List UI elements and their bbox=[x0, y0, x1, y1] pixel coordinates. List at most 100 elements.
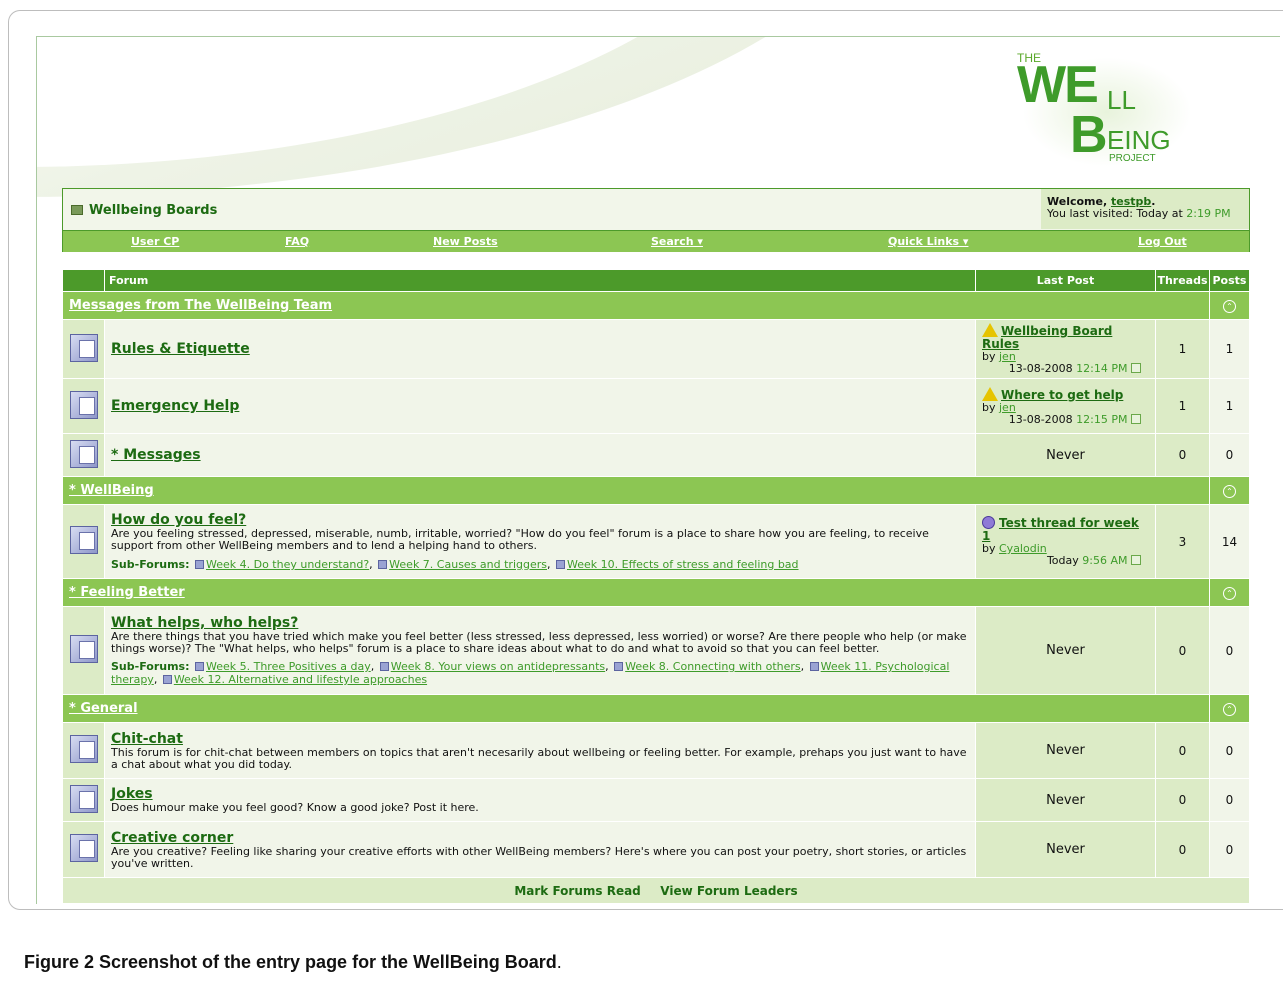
collapse-icon[interactable]: ⌃ bbox=[1223, 484, 1236, 498]
header-icon-col bbox=[62, 269, 105, 292]
nav-search[interactable]: Search ▾ bbox=[651, 235, 703, 248]
nav-new-posts[interactable]: New Posts bbox=[433, 235, 498, 248]
logo-eing: EING bbox=[1107, 125, 1171, 155]
category-cell: * WellBeing bbox=[62, 476, 1210, 505]
header-forum: Forum bbox=[104, 269, 976, 292]
collapse-icon[interactable]: ⌃ bbox=[1223, 299, 1236, 313]
last-visit-time: 2:19 PM bbox=[1186, 207, 1231, 220]
forum-title[interactable]: * Messages bbox=[111, 447, 201, 463]
subforum-link[interactable]: Week 8. Your views on antidepressants bbox=[391, 660, 605, 673]
last-post-title[interactable]: Test thread for week 1 bbox=[982, 516, 1139, 543]
subforum-link[interactable]: Week 10. Effects of stress and feeling b… bbox=[567, 558, 799, 571]
subforum-link[interactable]: Week 4. Do they understand? bbox=[206, 558, 369, 571]
forum-description: Does humour make you feel good? Know a g… bbox=[111, 801, 479, 814]
go-to-post-icon[interactable] bbox=[1131, 363, 1141, 373]
last-post-cell: Wellbeing Board Rules by jen 13-08-2008 … bbox=[975, 319, 1156, 379]
go-to-post-icon[interactable] bbox=[1131, 555, 1141, 565]
subforums-label: Sub-Forums: bbox=[111, 660, 190, 673]
subforum-link[interactable]: Week 5. Three Positives a day bbox=[206, 660, 371, 673]
collapse-icon[interactable]: ⌃ bbox=[1223, 702, 1236, 716]
threads-count: 0 bbox=[1155, 778, 1210, 822]
subforum-icon bbox=[378, 560, 388, 569]
wellbeing-logo[interactable]: THE WE LL B EING PROJECT bbox=[1012, 47, 1222, 167]
forum-cell: Chit-chat This forum is for chit-chat be… bbox=[104, 722, 976, 779]
posts-count: 0 bbox=[1209, 821, 1250, 878]
nav-faq[interactable]: FAQ bbox=[285, 235, 309, 248]
forum-icon bbox=[69, 735, 98, 763]
forum-title[interactable]: Rules & Etiquette bbox=[111, 341, 250, 357]
subforums: Sub-Forums: Week 5. Three Positives a da… bbox=[111, 660, 950, 686]
threads-count: 1 bbox=[1155, 319, 1210, 379]
category-cell: * Feeling Better bbox=[62, 578, 1210, 607]
category-title[interactable]: * Feeling Better bbox=[63, 585, 185, 600]
forum-icon-cell bbox=[62, 378, 105, 434]
go-to-post-icon[interactable] bbox=[1131, 413, 1141, 424]
nav-quick-links[interactable]: Quick Links ▾ bbox=[888, 235, 968, 248]
forum-icon-cell bbox=[62, 504, 105, 579]
forum-icon-cell bbox=[62, 821, 105, 878]
threads-count: 0 bbox=[1155, 722, 1210, 779]
view-forum-leaders-link[interactable]: View Forum Leaders bbox=[660, 884, 797, 898]
category-cell: * General bbox=[62, 694, 1210, 723]
last-post-never: Never bbox=[975, 606, 1156, 695]
forum-icon-cell bbox=[62, 319, 105, 379]
collapse-cell: ⌃ bbox=[1209, 291, 1250, 320]
forum-title[interactable]: Chit-chat bbox=[111, 731, 969, 747]
header-posts: Posts bbox=[1209, 269, 1250, 292]
subforum-icon bbox=[379, 662, 389, 671]
threads-count: 3 bbox=[1155, 504, 1210, 579]
last-post-title[interactable]: Wellbeing Board Rules bbox=[982, 324, 1112, 351]
forum-title[interactable]: Emergency Help bbox=[111, 398, 239, 414]
forum-icon bbox=[69, 439, 98, 468]
posts-count: 14 bbox=[1209, 504, 1250, 579]
navigation-box: Wellbeing Boards Welcome, testpb. You la… bbox=[62, 188, 1250, 252]
nav-log-out[interactable]: Log Out bbox=[1138, 235, 1187, 248]
category-title[interactable]: Messages from The WellBeing Team bbox=[63, 298, 332, 313]
forum-cell: Jokes Does humour make you feel good? Kn… bbox=[104, 778, 976, 822]
caption-text: Screenshot of the entry page for the Wel… bbox=[94, 952, 557, 972]
subforum-link[interactable]: Week 7. Causes and triggers bbox=[389, 558, 547, 571]
figure-caption: Figure 2 Screenshot of the entry page fo… bbox=[24, 952, 562, 973]
posts-count: 0 bbox=[1209, 433, 1250, 477]
collapse-icon[interactable]: ⌃ bbox=[1223, 586, 1236, 600]
last-post-date-text: 13-08-2008 bbox=[1008, 412, 1073, 426]
welcome-panel: Welcome, testpb. You last visited: Today… bbox=[1041, 189, 1249, 229]
last-post-title[interactable]: Where to get help bbox=[1001, 388, 1123, 402]
posts-count: 1 bbox=[1209, 319, 1250, 379]
breadcrumb[interactable]: Wellbeing Boards bbox=[71, 203, 217, 218]
footer-cell: Mark Forums Read View Forum Leaders bbox=[62, 877, 1250, 904]
category-row: * Feeling Better ⌃ bbox=[62, 578, 1250, 607]
subforum-icon bbox=[614, 662, 624, 671]
subforum-link[interactable]: Week 8. Connecting with others bbox=[625, 660, 800, 673]
mark-forums-read-link[interactable]: Mark Forums Read bbox=[514, 884, 640, 898]
forum-row: What helps, who helps? Are there things … bbox=[62, 606, 1250, 695]
forum-icon-cell bbox=[62, 778, 105, 822]
header-last-post: Last Post bbox=[975, 269, 1156, 292]
subforum-icon bbox=[162, 675, 172, 684]
navbar: User CP FAQ New Posts Search ▾ Quick Lin… bbox=[63, 230, 1249, 252]
forum-title[interactable]: How do you feel? bbox=[111, 512, 969, 528]
forum-title[interactable]: What helps, who helps? bbox=[111, 615, 969, 631]
subforum-icon bbox=[556, 560, 565, 569]
nav-user-cp[interactable]: User CP bbox=[131, 235, 179, 248]
caption-end: . bbox=[556, 952, 562, 972]
last-post-author[interactable]: Cyalodin bbox=[999, 542, 1047, 555]
category-title[interactable]: * General bbox=[63, 701, 138, 716]
forum-icon-cell bbox=[62, 606, 105, 695]
forum-description: Are you creative? Feeling like sharing y… bbox=[111, 844, 967, 870]
logo-project: PROJECT bbox=[1109, 153, 1156, 164]
last-post-date: Today 9:56 AM bbox=[982, 555, 1149, 567]
category-title[interactable]: * WellBeing bbox=[63, 483, 154, 498]
logo-b: B bbox=[1070, 106, 1108, 164]
forum-icon-cell bbox=[62, 722, 105, 779]
forum-cell: * Messages bbox=[104, 433, 976, 477]
warning-icon bbox=[982, 323, 998, 337]
forum-row: Jokes Does humour make you feel good? Kn… bbox=[62, 778, 1250, 822]
forum-title[interactable]: Creative corner bbox=[111, 830, 969, 846]
subforum-link[interactable]: Week 12. Alternative and lifestyle appro… bbox=[174, 673, 427, 686]
sad-face-icon bbox=[982, 516, 995, 529]
forum-icon-cell bbox=[62, 433, 105, 477]
forum-description: This forum is for chit-chat between memb… bbox=[111, 745, 967, 771]
last-post-cell: Test thread for week 1 by Cyalodin Today… bbox=[975, 504, 1156, 579]
forum-title[interactable]: Jokes bbox=[111, 786, 969, 802]
